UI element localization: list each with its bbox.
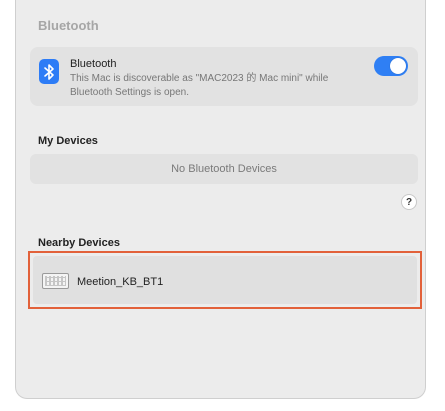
bluetooth-title: Bluetooth [70, 58, 117, 70]
nearby-device-item[interactable]: Meetion_KB_BT1 [33, 256, 417, 304]
keyboard-icon [42, 273, 69, 289]
my-devices-empty: No Bluetooth Devices [30, 154, 418, 184]
bluetooth-card: Bluetooth This Mac is discoverable as "M… [30, 47, 418, 106]
nearby-devices-heading: Nearby Devices [38, 237, 120, 249]
bluetooth-settings-window: Bluetooth Bluetooth This Mac is discover… [15, 0, 426, 399]
bluetooth-description: This Mac is discoverable as "MAC2023 的 M… [70, 73, 329, 98]
bluetooth-icon [39, 59, 59, 84]
device-name: Meetion_KB_BT1 [77, 276, 164, 288]
help-button[interactable]: ? [401, 194, 417, 210]
toggle-knob [390, 58, 406, 74]
bluetooth-toggle[interactable] [374, 56, 408, 76]
page-title: Bluetooth [38, 18, 99, 33]
nearby-device-highlight: Meetion_KB_BT1 [28, 251, 422, 309]
empty-label: No Bluetooth Devices [171, 163, 277, 175]
my-devices-heading: My Devices [38, 135, 98, 147]
